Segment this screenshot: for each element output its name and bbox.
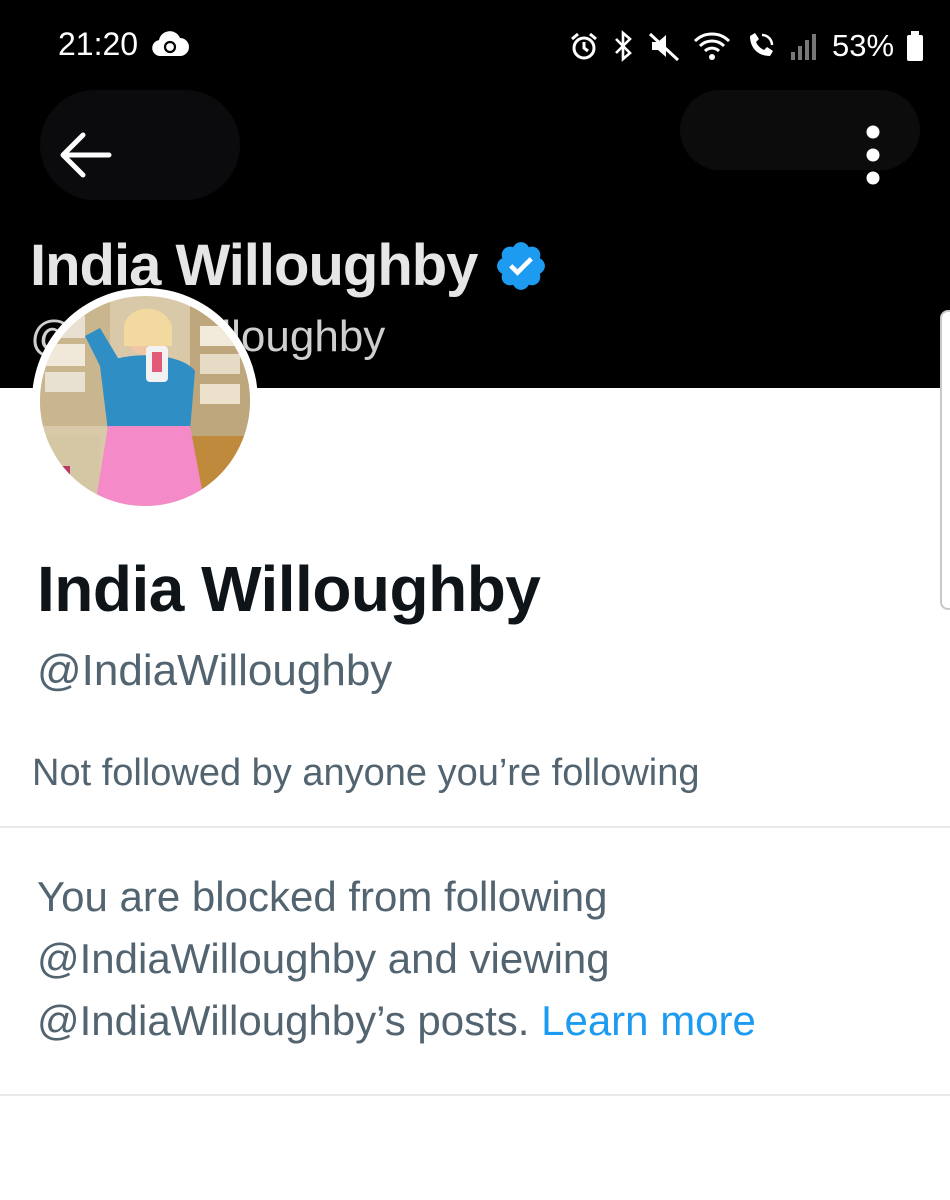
verified-badge-icon [497,241,546,290]
divider [0,1094,950,1096]
blocked-line-last: @IndiaWilloughby’s posts. Learn more [37,990,917,1052]
learn-more-link[interactable]: Learn more [541,997,756,1044]
cloud-sync-icon [152,31,189,56]
followed-by-note: Not followed by anyone you’re following [32,752,700,794]
battery-percent: 53% [832,28,895,63]
signal-icon [791,34,816,60]
bluetooth-icon [615,30,632,62]
blocked-line: @IndiaWilloughby’s posts. [37,997,530,1044]
scrollbar[interactable] [940,310,950,610]
banner-name: India Willoughby [30,233,478,298]
wifi-icon [693,32,731,60]
blocked-message: You are blocked from following @IndiaWil… [37,866,917,1052]
divider [0,826,950,828]
mute-icon [648,32,680,62]
arrow-left-icon[interactable] [55,130,113,180]
profile-name: India Willoughby [37,553,541,625]
status-bar: 21:20 53% [0,0,950,90]
status-icons: 53% [568,28,924,64]
profile-handle: @IndiaWilloughby [37,646,393,695]
status-time: 21:20 [58,26,139,62]
avatar[interactable] [40,296,250,506]
avatar-image [40,296,250,506]
more-vertical-icon[interactable] [858,122,888,188]
alarm-icon [571,32,597,60]
wifi-call-icon [750,33,774,56]
battery-icon [907,31,924,61]
blocked-line: You are blocked from following [37,873,608,920]
banner-name-text: India Willoughby [30,232,549,299]
blocked-line: @IndiaWilloughby and viewing [37,935,610,982]
